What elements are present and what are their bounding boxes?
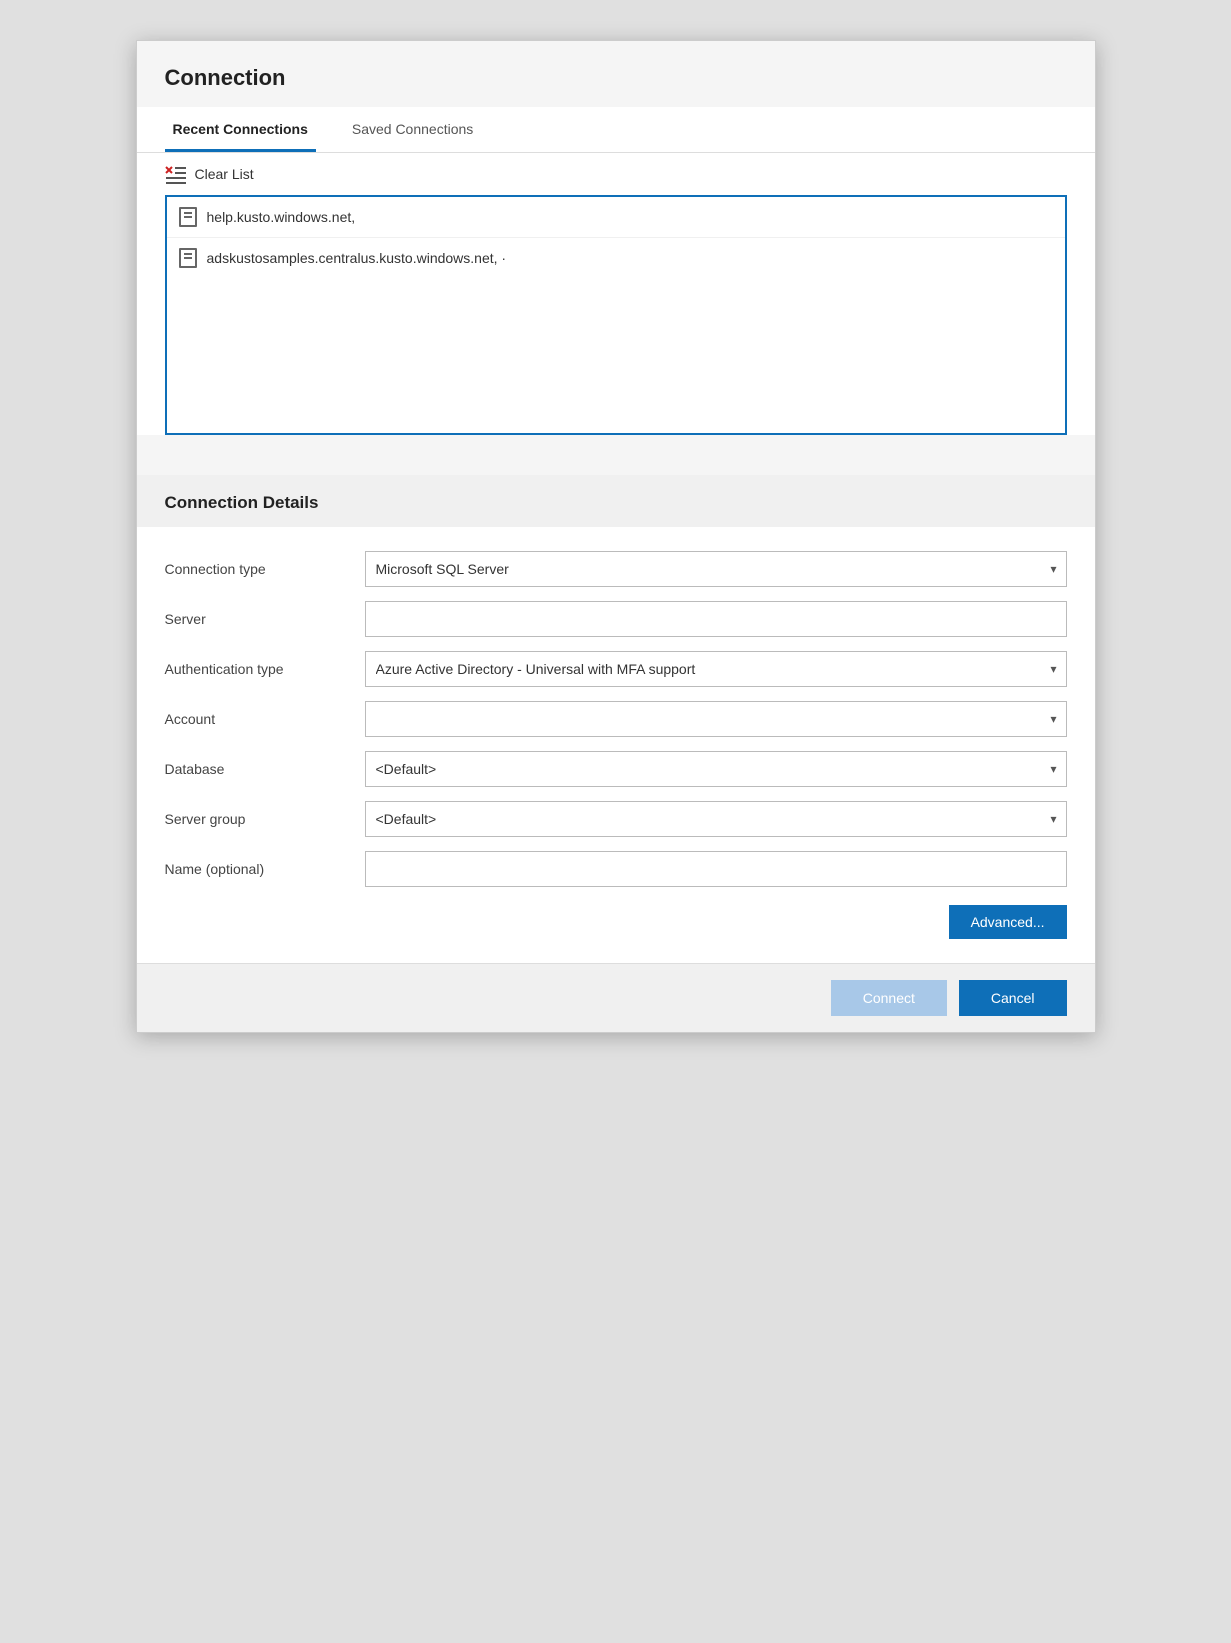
connection-details: Connection Details Connection type Micro… — [137, 475, 1095, 963]
connections-list: help.kusto.windows.net, adskustosamples.… — [165, 195, 1067, 435]
auth-type-row: Authentication type Azure Active Directo… — [165, 651, 1067, 687]
server-group-select[interactable]: <Default> — [365, 801, 1067, 837]
database-select-wrapper: <Default> ▾ — [365, 751, 1067, 787]
auth-type-select-wrapper: Azure Active Directory - Universal with … — [365, 651, 1067, 687]
advanced-button[interactable]: Advanced... — [949, 905, 1067, 939]
connect-button[interactable]: Connect — [831, 980, 947, 1016]
name-row: Name (optional) — [165, 851, 1067, 887]
database-label: Database — [165, 761, 365, 777]
account-select-wrapper: ▾ — [365, 701, 1067, 737]
account-label: Account — [165, 711, 365, 727]
connection-type-select-wrapper: Microsoft SQL Server PostgreSQL MySQL SQ… — [365, 551, 1067, 587]
connection-type-select[interactable]: Microsoft SQL Server PostgreSQL MySQL SQ… — [365, 551, 1067, 587]
section-header: Connection Details — [137, 475, 1095, 527]
account-row: Account ▾ — [165, 701, 1067, 737]
account-select[interactable] — [365, 701, 1067, 737]
database-row: Database <Default> ▾ — [165, 751, 1067, 787]
clear-list-icon — [165, 163, 187, 185]
clear-list-button[interactable]: Clear List — [165, 153, 1067, 195]
tab-recent-connections[interactable]: Recent Connections — [165, 107, 316, 152]
connection-text: help.kusto.windows.net, — [207, 209, 356, 225]
advanced-row: Advanced... — [165, 905, 1067, 939]
dialog-footer: Connect Cancel — [137, 963, 1095, 1032]
name-input[interactable] — [365, 851, 1067, 887]
tab-saved-connections[interactable]: Saved Connections — [344, 107, 481, 152]
connection-list-area: Clear List help.kusto.windows.net, adsku… — [137, 153, 1095, 435]
server-input[interactable] — [365, 601, 1067, 637]
connection-dialog: Connection Recent Connections Saved Conn… — [136, 40, 1096, 1033]
database-select[interactable]: <Default> — [365, 751, 1067, 787]
server-group-row: Server group <Default> ▾ — [165, 801, 1067, 837]
server-label: Server — [165, 611, 365, 627]
server-row: Server — [165, 601, 1067, 637]
dialog-title: Connection — [137, 41, 1095, 107]
spacer — [137, 435, 1095, 475]
connection-item[interactable]: help.kusto.windows.net, — [167, 197, 1065, 238]
auth-type-label: Authentication type — [165, 661, 365, 677]
details-form: Connection type Microsoft SQL Server Pos… — [137, 527, 1095, 963]
name-label: Name (optional) — [165, 861, 365, 877]
connection-item[interactable]: adskustosamples.centralus.kusto.windows.… — [167, 238, 1065, 278]
connection-type-row: Connection type Microsoft SQL Server Pos… — [165, 551, 1067, 587]
connection-type-label: Connection type — [165, 561, 365, 577]
server-group-select-wrapper: <Default> ▾ — [365, 801, 1067, 837]
server-icon — [179, 207, 197, 227]
clear-list-label: Clear List — [195, 166, 254, 182]
connection-text: adskustosamples.centralus.kusto.windows.… — [207, 250, 507, 266]
cancel-button[interactable]: Cancel — [959, 980, 1067, 1016]
tabs-bar: Recent Connections Saved Connections — [137, 107, 1095, 153]
auth-type-select[interactable]: Azure Active Directory - Universal with … — [365, 651, 1067, 687]
server-group-label: Server group — [165, 811, 365, 827]
server-icon — [179, 248, 197, 268]
